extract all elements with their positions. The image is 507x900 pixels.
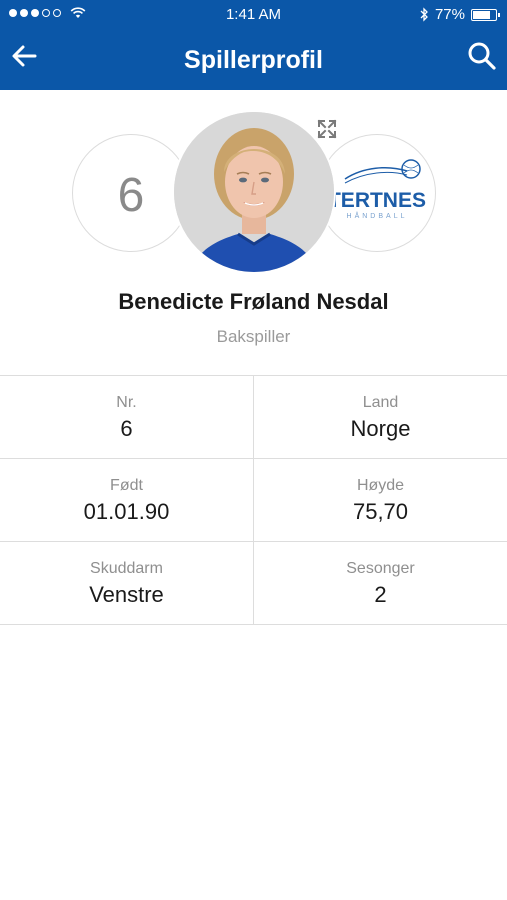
stat-value: Venstre bbox=[89, 582, 164, 607]
stat-label: Nr. bbox=[116, 394, 137, 411]
battery-icon bbox=[471, 8, 500, 21]
stat-seasons: Sesonger 2 bbox=[253, 542, 507, 624]
stat-label: Født bbox=[110, 477, 143, 494]
stat-label: Sesonger bbox=[346, 560, 415, 577]
expand-icon[interactable] bbox=[316, 118, 338, 140]
stat-value: Norge bbox=[350, 416, 411, 441]
stat-label: Skuddarm bbox=[90, 560, 163, 577]
stat-value: 2 bbox=[374, 582, 387, 607]
status-bar: 1:41 AM 77% bbox=[0, 0, 507, 30]
status-right: 77% bbox=[420, 6, 500, 23]
stats-row: Skuddarm Venstre Sesonger 2 bbox=[0, 542, 507, 625]
stat-value: 01.01.90 bbox=[83, 499, 170, 524]
stat-height: Høyde 75,70 bbox=[253, 459, 507, 541]
stat-country: Land Norge bbox=[253, 376, 507, 458]
page-title: Spillerprofil bbox=[184, 46, 323, 74]
player-name: Benedicte Frøland Nesdal bbox=[118, 289, 389, 314]
stat-value: 6 bbox=[120, 416, 133, 441]
player-position: Bakspiller bbox=[216, 327, 291, 346]
battery-percent: 77% bbox=[434, 6, 465, 23]
stats-row: Født 01.01.90 Høyde 75,70 bbox=[0, 459, 507, 542]
stat-label: Høyde bbox=[356, 477, 405, 494]
club-logo-swoosh bbox=[344, 159, 421, 184]
battery-fill bbox=[473, 10, 490, 19]
stat-label: Land bbox=[362, 394, 399, 411]
stat-shooting-arm: Skuddarm Venstre bbox=[0, 542, 253, 624]
portrait-image bbox=[174, 112, 334, 272]
stat-number: Nr. 6 bbox=[0, 376, 253, 458]
bluetooth-icon bbox=[420, 7, 428, 22]
search-icon[interactable] bbox=[465, 39, 499, 73]
stat-value: 75,70 bbox=[352, 499, 409, 524]
club-logo-name: TERTNES bbox=[327, 189, 426, 212]
stats-row: Nr. 6 Land Norge bbox=[0, 376, 507, 459]
nav-bar: Spillerprofil bbox=[0, 30, 507, 90]
club-logo-subtitle: HÅNDBALL bbox=[346, 213, 408, 220]
player-stats-table: Nr. 6 Land Norge Født 01.01.90 Høyde 75,… bbox=[0, 375, 507, 625]
stat-born: Født 01.01.90 bbox=[0, 459, 253, 541]
player-photo[interactable] bbox=[172, 110, 336, 274]
